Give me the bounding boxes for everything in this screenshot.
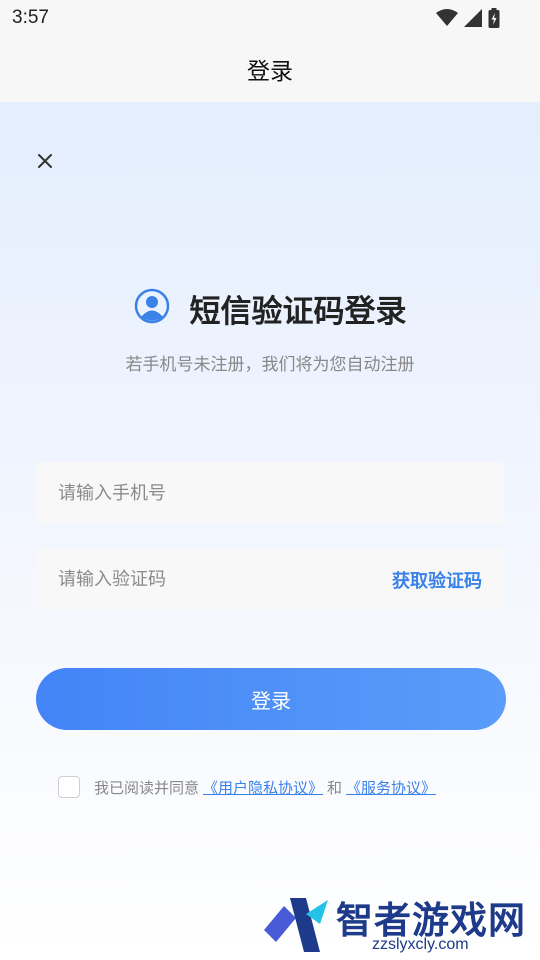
status-bar: 3:57 [0, 0, 540, 36]
login-button[interactable]: 登录 [36, 668, 506, 730]
status-time: 3:57 [12, 7, 49, 28]
agreement-row: 我已阅读并同意 《用户隐私协议》 和 《服务协议》 [58, 774, 440, 800]
get-code-button[interactable]: 获取验证码 [392, 567, 482, 593]
heading-title: 短信验证码登录 [189, 293, 407, 330]
login-content [0, 102, 540, 960]
login-heading: 短信验证码登录 [0, 286, 540, 330]
code-input-row: 获取验证码 [36, 548, 504, 610]
phone-input[interactable] [58, 462, 358, 524]
close-button[interactable] [34, 150, 56, 172]
service-link[interactable]: 《服务协议》 [346, 777, 436, 798]
close-icon [38, 154, 52, 168]
agreement-joiner: 和 [327, 778, 343, 797]
privacy-link[interactable]: 《用户隐私协议》 [203, 777, 323, 798]
agreement-prefix: 我已阅读并同意 [94, 778, 200, 797]
battery-icon [488, 8, 500, 28]
watermark-url: zzslyxcly.com [372, 936, 469, 953]
wifi-icon [436, 9, 458, 27]
app-bar: 登录 [0, 36, 540, 102]
phone-input-row [36, 462, 504, 524]
status-icons [436, 8, 500, 28]
page-title: 登录 [247, 59, 293, 85]
watermark: 智者游戏网 zzslyxcly.com [262, 890, 540, 960]
agree-checkbox[interactable] [58, 776, 80, 798]
user-avatar-icon [134, 288, 170, 328]
code-input[interactable] [58, 548, 358, 610]
signal-icon [464, 9, 482, 27]
watermark-logo-icon [262, 894, 332, 960]
heading-subtitle: 若手机号未注册，我们将为您自动注册 [125, 355, 415, 375]
